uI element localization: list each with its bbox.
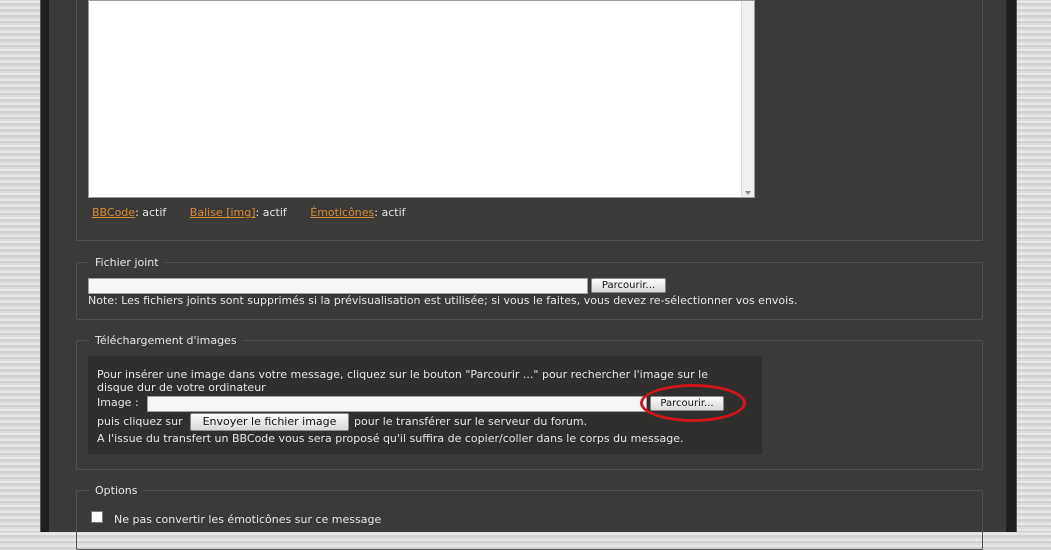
editor-status-line: BBCode: actif Balise [img]: actif Émotic… <box>92 206 426 219</box>
img-tag-link[interactable]: Balise [img] <box>190 206 256 219</box>
disable-emoticons-label[interactable]: Ne pas convertir les émoticônes sur ce m… <box>114 513 381 526</box>
send-image-button[interactable]: Envoyer le fichier image <box>190 413 349 431</box>
textarea-scrollbar[interactable] <box>741 1 754 197</box>
then-click-text: puis cliquez sur <box>97 415 183 428</box>
message-textarea[interactable] <box>88 0 755 198</box>
image-upload-legend: Téléchargement d'images <box>89 334 243 347</box>
upload-instructions-line2: disque dur de votre ordinateur <box>97 381 266 394</box>
upload-instructions-line1: Pour insérer une image dans votre messag… <box>97 368 708 381</box>
attachment-browse-button[interactable]: Parcourir... <box>591 278 666 293</box>
attachment-legend: Fichier joint <box>89 256 165 269</box>
disable-emoticons-checkbox[interactable] <box>91 511 103 523</box>
scroll-down-arrow-icon[interactable] <box>745 191 751 195</box>
upload-footer-note: A l'issue du transfert un BBCode vous se… <box>97 432 684 445</box>
attachment-file-input[interactable] <box>88 278 588 294</box>
bbcode-link[interactable]: BBCode <box>92 206 135 219</box>
after-send-text: pour le transférer sur le serveur du for… <box>354 415 588 428</box>
image-browse-button[interactable]: Parcourir... <box>650 396 724 411</box>
emoticons-state: : actif <box>374 206 406 219</box>
emoticons-link[interactable]: Émoticônes <box>310 206 374 219</box>
image-file-input[interactable] <box>147 396 647 412</box>
attachment-note: Note: Les fichiers joints sont supprimés… <box>88 294 798 307</box>
options-legend: Options <box>89 484 144 497</box>
bbcode-state: : actif <box>135 206 167 219</box>
image-label: Image : <box>97 396 139 409</box>
img-tag-state: : actif <box>255 206 287 219</box>
